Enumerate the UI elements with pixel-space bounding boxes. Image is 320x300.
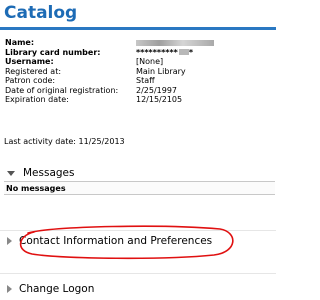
- title-rule: [0, 27, 276, 30]
- patron-info-row: Username: [None]: [5, 57, 214, 67]
- registered-at-label: Registered at:: [5, 66, 62, 76]
- card-number-value: ********** *: [136, 48, 214, 58]
- registration-date-value: 2/25/1997: [136, 85, 178, 95]
- page-title: Catalog: [4, 3, 78, 23]
- messages-section-header[interactable]: Messages: [7, 167, 75, 179]
- registered-at-value: Main Library: [136, 66, 186, 76]
- triangle-down-icon[interactable]: [7, 170, 15, 176]
- redacted-name: [136, 39, 214, 46]
- patron-info-table: Name: Library card number: ********** * U…: [5, 38, 214, 105]
- change-logon-section-header[interactable]: Change Logon: [7, 283, 94, 295]
- patron-info-row: Patron code: Staff: [5, 76, 214, 86]
- contact-section-label[interactable]: Contact Information and Preferences: [19, 235, 212, 247]
- messages-empty-state: No messages: [4, 181, 275, 195]
- section-divider: [0, 273, 276, 274]
- patron-info-row: Library card number: ********** *: [5, 48, 214, 58]
- name-label: Name:: [5, 38, 35, 47]
- registration-date-label: Date of original registration:: [5, 85, 119, 95]
- change-logon-section-label[interactable]: Change Logon: [19, 283, 94, 295]
- patron-info-row: Name:: [5, 38, 214, 48]
- patron-info-row: Registered at: Main Library: [5, 67, 214, 77]
- card-number-stars: **********: [136, 47, 178, 57]
- last-activity-date: Last activity date: 11/25/2013: [4, 137, 125, 146]
- triangle-right-icon[interactable]: [7, 285, 12, 293]
- triangle-right-icon[interactable]: [7, 237, 12, 245]
- patron-code-value: Staff: [136, 76, 155, 85]
- patron-code-label: Patron code:: [5, 76, 56, 85]
- contact-section-header[interactable]: Contact Information and Preferences: [7, 235, 212, 247]
- patron-info-row: Date of original registration: 2/25/1997: [5, 86, 214, 96]
- username-value: [None]: [136, 57, 164, 66]
- card-number-stars-tail: *: [188, 47, 194, 57]
- name-value: [136, 38, 214, 48]
- redacted-card-digits: [178, 49, 189, 55]
- patron-info-row: Expiration date: 12/15/2105: [5, 95, 214, 105]
- page-header: Catalog: [0, 0, 276, 32]
- expiration-date-value: 12/15/2105: [136, 95, 183, 104]
- expiration-date-label: Expiration date:: [5, 95, 69, 104]
- messages-section-label[interactable]: Messages: [23, 167, 75, 179]
- section-divider: [0, 230, 276, 231]
- card-number-label: Library card number:: [5, 47, 101, 57]
- username-label: Username:: [5, 57, 54, 66]
